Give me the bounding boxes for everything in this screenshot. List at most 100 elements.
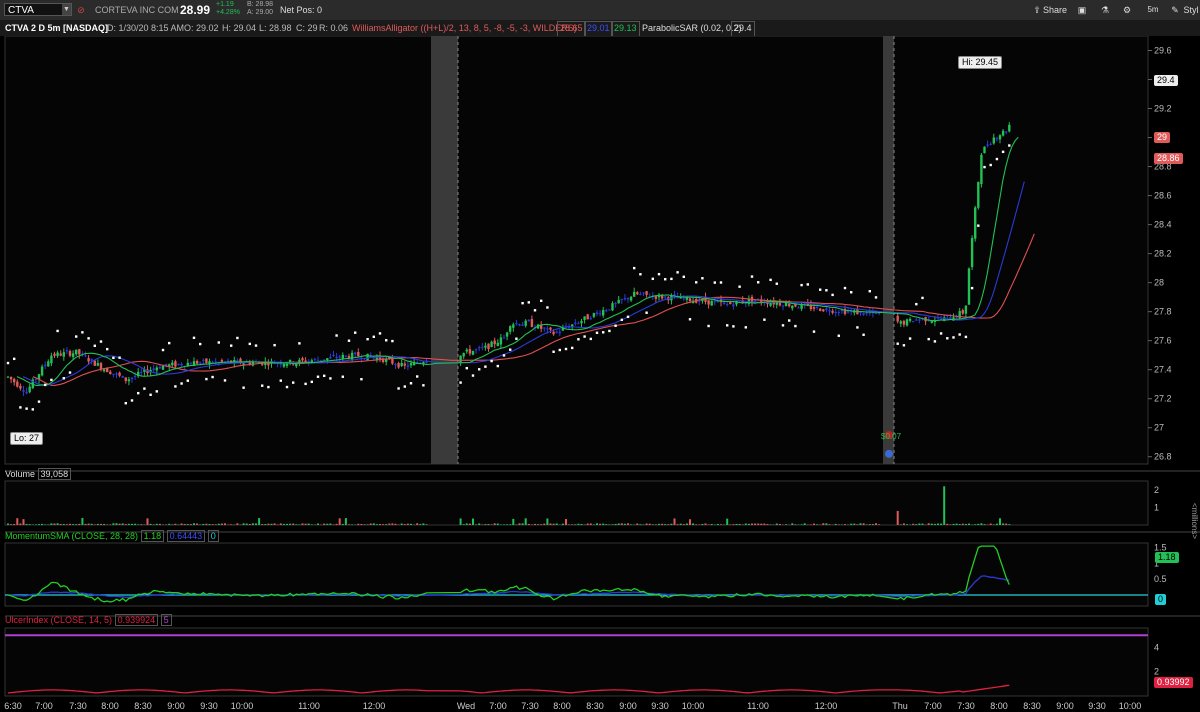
volume-bar: [158, 523, 161, 525]
candle-body: [775, 302, 778, 305]
volume-bar: [658, 523, 660, 525]
volume-bar: [611, 524, 614, 525]
candle-body: [171, 362, 174, 366]
volume-bar: [599, 523, 602, 525]
volume-bar: [1002, 523, 1005, 525]
volume-bar: [59, 523, 62, 525]
x-tick-label: 9:30: [200, 701, 218, 711]
volume-bar: [183, 523, 186, 525]
volume-bar: [503, 524, 505, 525]
candle-body: [140, 371, 143, 373]
candle-body: [509, 326, 512, 332]
volume-bar: [673, 518, 676, 525]
detach-icon[interactable]: ▣: [1075, 3, 1089, 17]
volume-bar: [13, 524, 16, 525]
psar-dot: [608, 329, 611, 333]
candle-body: [788, 303, 791, 307]
candle-body: [502, 337, 506, 339]
volume-bar: [84, 523, 87, 525]
psar-dot: [738, 285, 741, 288]
candle-body: [96, 363, 100, 366]
volume-bar: [338, 518, 341, 525]
candle-body: [602, 309, 605, 316]
psar-dot: [329, 377, 332, 380]
volume-bar: [146, 518, 149, 525]
volume-bar: [540, 524, 543, 525]
share-icon[interactable]: ⇪: [1030, 3, 1044, 17]
volume-bar: [245, 523, 248, 525]
candle-body: [781, 305, 785, 307]
x-tick-label: 12:00: [363, 701, 386, 711]
psar-dot: [217, 341, 220, 344]
candle-body: [896, 315, 899, 322]
volume-bar: [636, 523, 639, 525]
change-percent: +4.28%: [216, 9, 240, 16]
volume-bar: [766, 524, 769, 525]
chevron-down-icon[interactable]: ▼: [62, 4, 71, 15]
bar-range: R: 0.06: [319, 23, 349, 33]
psar-dot: [552, 350, 555, 353]
link-icon[interactable]: ⊘: [75, 3, 87, 17]
psar-dot: [769, 278, 772, 282]
psar-dot: [521, 301, 524, 305]
gear-icon[interactable]: ⚙: [1120, 3, 1134, 17]
volume-bar: [577, 523, 580, 525]
volume-bar: [627, 523, 629, 525]
psar-dot: [688, 318, 692, 321]
candle-body: [722, 302, 726, 304]
psar-dot: [168, 341, 171, 345]
volume-bar: [205, 523, 208, 525]
candle-body: [729, 302, 732, 305]
style-button[interactable]: Styl: [1180, 3, 1200, 17]
candle-body: [496, 342, 499, 346]
psar-dot: [952, 336, 955, 339]
candle-body: [682, 298, 685, 300]
volume-bar: [813, 523, 815, 525]
volume-bar: [255, 523, 257, 525]
candle-body: [908, 318, 912, 321]
psar-dot: [564, 347, 568, 351]
session-break: [431, 36, 458, 464]
volume-bar: [738, 523, 741, 525]
volume-bar: [679, 523, 682, 525]
timeframe-button[interactable]: 5m: [1145, 3, 1161, 17]
volume-bar: [326, 523, 329, 525]
candle-body: [831, 310, 834, 313]
volume-bar: [729, 524, 732, 525]
psar-dot: [192, 336, 196, 340]
drawing-icon[interactable]: ⚗: [1098, 3, 1112, 17]
price-tick-label: 27.8: [1154, 307, 1172, 317]
volume-pane: [4, 480, 1149, 526]
candle-body: [797, 307, 800, 309]
price-tick-label: 28: [1154, 278, 1164, 288]
candle-body: [195, 360, 199, 364]
price-tick-label: 29: [1154, 133, 1164, 143]
ask-value: A: 29.00: [247, 9, 274, 16]
volume-bar: [568, 524, 571, 525]
bid-value: B: 28.98: [247, 1, 274, 8]
volume-bar: [317, 523, 319, 525]
volume-bar: [155, 523, 158, 525]
psar-label[interactable]: ParabolicSAR (0.02, 0.2): [642, 20, 742, 36]
candle-body: [335, 356, 338, 359]
volume-bar: [958, 524, 961, 525]
psar-dot: [44, 383, 47, 387]
volume-bar: [310, 524, 313, 525]
x-tick-label: 7:30: [69, 701, 87, 711]
x-tick-label: 6:30: [4, 701, 22, 711]
volume-bar: [329, 523, 332, 525]
candle-body: [490, 341, 493, 348]
candle-body: [998, 135, 1002, 140]
psar-dot: [781, 324, 785, 327]
alligator-label[interactable]: WilliamsAlligator ((H+L)/2, 13, 8, 5, -8…: [352, 20, 577, 36]
candle-body: [645, 291, 648, 295]
volume-bar: [757, 523, 760, 525]
share-button[interactable]: Share: [1043, 3, 1067, 17]
psar-dot: [496, 364, 499, 368]
volume-bar: [87, 523, 90, 525]
candle-body: [357, 352, 360, 357]
psar-dot: [1001, 150, 1005, 154]
psar-dot: [161, 348, 165, 352]
volume-bar: [707, 524, 710, 525]
candle-body: [400, 362, 403, 367]
